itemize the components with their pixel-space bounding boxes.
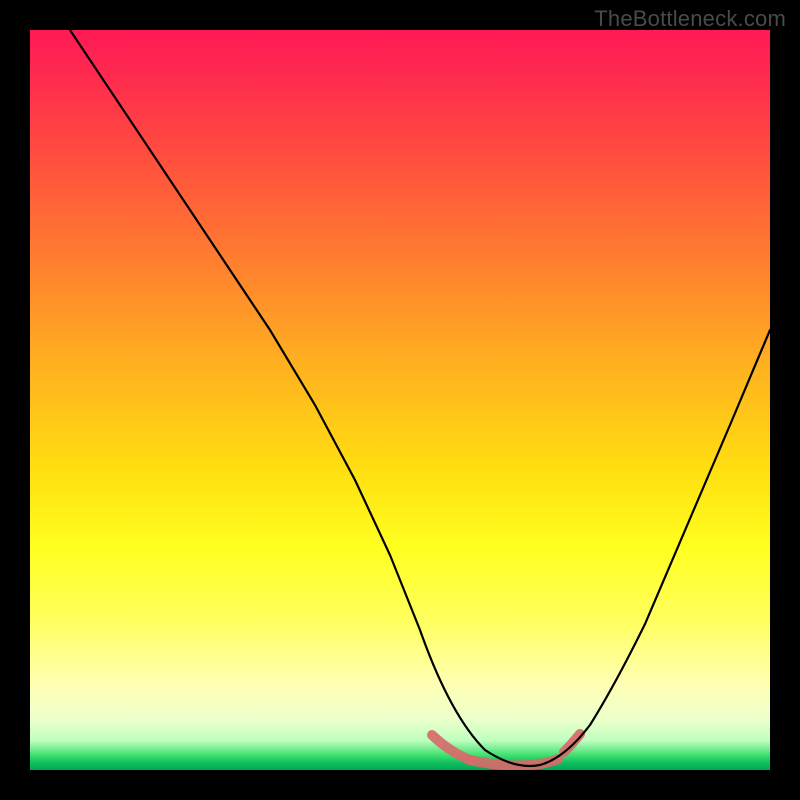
highlight-left-icon [432, 735, 470, 760]
curve-layer [30, 30, 770, 770]
bottleneck-curve [70, 30, 770, 766]
chart-frame: TheBottleneck.com [0, 0, 800, 800]
watermark-text: TheBottleneck.com [594, 6, 786, 32]
plot-area [30, 30, 770, 770]
